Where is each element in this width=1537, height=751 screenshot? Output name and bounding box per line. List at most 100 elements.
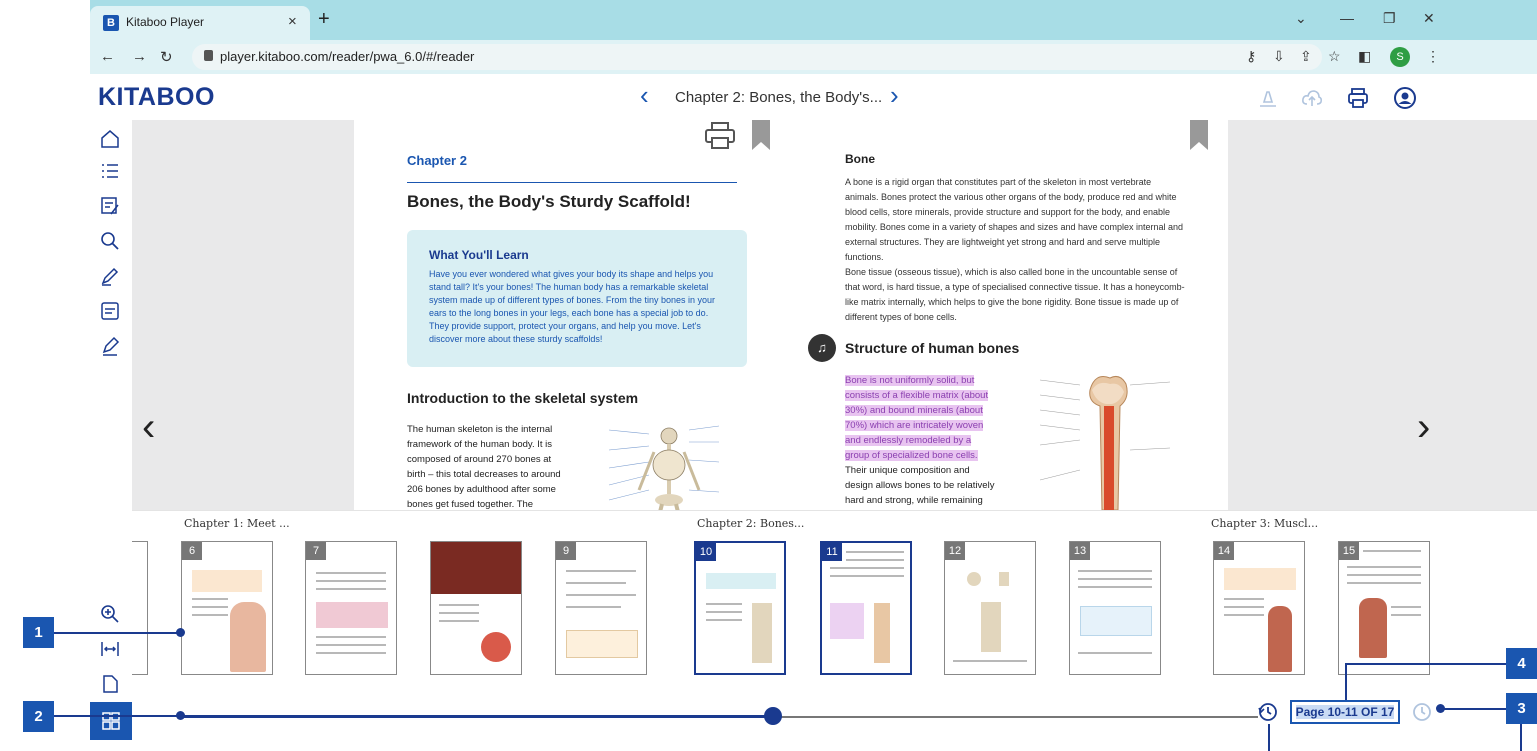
history-back-icon[interactable] bbox=[1256, 700, 1280, 724]
thumbnails-button[interactable] bbox=[90, 702, 132, 740]
thumbnail-number: 13 bbox=[1070, 542, 1090, 560]
page-thumbnail-current-left[interactable]: 10 bbox=[694, 541, 786, 675]
browser-tab[interactable]: B Kitaboo Player × bbox=[90, 6, 310, 40]
bone-structure-figure bbox=[1039, 376, 1171, 510]
page-thumbnail[interactable] bbox=[132, 541, 148, 675]
page-indicator-text: Page 10-11 OF 17 bbox=[1295, 705, 1395, 719]
chapter-heading: Bones, the Body's Sturdy Scaffold! bbox=[407, 192, 691, 211]
notes-icon[interactable] bbox=[99, 195, 121, 217]
address-bar[interactable]: player.kitaboo.com/reader/pwa_6.0/#/read… bbox=[192, 44, 1322, 70]
pen-icon[interactable] bbox=[99, 265, 121, 287]
chapter-title[interactable]: Chapter 2: Bones, the Body's... bbox=[675, 89, 882, 106]
page-thumbnail[interactable]: 15 bbox=[1338, 541, 1430, 675]
tab-search-icon[interactable]: ⌄ bbox=[1295, 10, 1307, 27]
learn-title: What You'll Learn bbox=[429, 248, 529, 262]
reload-icon[interactable]: ↻ bbox=[160, 48, 173, 66]
intro-heading: Introduction to the skeletal system bbox=[407, 390, 639, 406]
app-header: KITABOO ‹ Chapter 2: Bones, the Body's..… bbox=[90, 74, 1537, 120]
table-of-contents-icon[interactable] bbox=[99, 160, 121, 182]
audio-icon[interactable]: ♫ bbox=[808, 334, 836, 362]
forward-icon[interactable]: → bbox=[132, 48, 147, 65]
bone-paragraph-2: Bone tissue (osseous tissue), which is a… bbox=[845, 267, 1185, 322]
previous-page-icon[interactable]: ‹ bbox=[142, 405, 155, 450]
page-slider-handle[interactable] bbox=[763, 707, 782, 725]
thumbnail-number: 6 bbox=[182, 542, 202, 560]
page-indicator[interactable]: Page 10-11 OF 17 bbox=[1290, 700, 1400, 724]
highlighter-icon[interactable] bbox=[99, 335, 121, 357]
thumbnail-number: 10 bbox=[696, 543, 716, 561]
page-print-icon[interactable] bbox=[704, 122, 736, 150]
bookmark-left-icon[interactable] bbox=[752, 120, 770, 150]
learn-text: Have you ever wondered what gives your b… bbox=[429, 269, 715, 344]
previous-chapter-icon[interactable]: ‹ bbox=[640, 80, 649, 111]
page-thumbnail[interactable]: 13 bbox=[1069, 541, 1161, 675]
page-thumbnail[interactable]: 7 bbox=[305, 541, 397, 675]
bone-paragraph-1: A bone is a rigid organ that constitutes… bbox=[845, 177, 1184, 262]
bookmark-right-icon[interactable] bbox=[1190, 120, 1208, 150]
bookmark-star-icon[interactable]: ☆ bbox=[1328, 48, 1341, 65]
bone-text: A bone is a rigid organ that constitutes… bbox=[845, 175, 1185, 325]
zoom-in-icon[interactable] bbox=[99, 603, 121, 625]
tab-close-icon[interactable]: × bbox=[288, 13, 297, 30]
structure-text-rest: Their unique composition and design allo… bbox=[845, 465, 995, 506]
callout-1-dot bbox=[176, 628, 185, 637]
left-toolbar bbox=[90, 120, 132, 740]
browser-toolbar: ← → ↻ player.kitaboo.com/reader/pwa_6.0/… bbox=[90, 40, 1537, 74]
callout-2-leader bbox=[54, 715, 180, 717]
side-panel-icon[interactable]: ◧ bbox=[1358, 48, 1371, 65]
next-chapter-icon[interactable]: › bbox=[890, 80, 899, 111]
restore-icon[interactable]: ❐ bbox=[1383, 10, 1396, 27]
page-thumbnail[interactable]: 12 bbox=[944, 541, 1036, 675]
page-thumbnail[interactable]: 8 bbox=[430, 541, 522, 675]
thumbnail-number: 14 bbox=[1214, 542, 1234, 560]
right-page: Bone A bone is a rigid organ that consti… bbox=[790, 120, 1228, 510]
strip-chapter-1: Chapter 1: Meet ... bbox=[184, 517, 290, 530]
window-close-icon[interactable]: ✕ bbox=[1423, 10, 1435, 27]
thumbnail-number: 11 bbox=[822, 543, 842, 561]
callout-3-leader bbox=[1440, 708, 1506, 710]
left-page: Chapter 2 Bones, the Body's Sturdy Scaff… bbox=[354, 120, 790, 510]
bookmarks-panel-icon[interactable] bbox=[99, 300, 121, 322]
new-tab-button[interactable]: + bbox=[318, 8, 330, 31]
profile-avatar[interactable]: S bbox=[1390, 47, 1410, 67]
reader-area: ‹ › Chapter 2 Bones, the Body's Sturdy S… bbox=[132, 120, 1537, 510]
minimize-icon[interactable]: — bbox=[1340, 10, 1354, 26]
home-icon[interactable] bbox=[99, 128, 121, 150]
page-thumbnail[interactable]: 14 bbox=[1213, 541, 1305, 675]
cloud-upload-icon[interactable] bbox=[1300, 86, 1324, 110]
page-thumbnail[interactable]: 6 bbox=[181, 541, 273, 675]
back-icon[interactable]: ← bbox=[100, 48, 115, 65]
thumbnail-number: 9 bbox=[556, 542, 576, 560]
intro-text: The human skeleton is the internal frame… bbox=[407, 424, 561, 510]
bone-heading: Bone bbox=[845, 152, 875, 166]
strip-chapter-3: Chapter 3: Muscl... bbox=[1211, 517, 1319, 530]
structure-text: Bone is not uniformly solid, but consist… bbox=[845, 373, 995, 510]
thumbnail-number: 7 bbox=[306, 542, 326, 560]
print-icon[interactable] bbox=[1346, 86, 1370, 110]
screen: B Kitaboo Player × + ⌄ — ❐ ✕ ← → ↻ playe… bbox=[0, 0, 1537, 751]
page-thumbnail[interactable]: 9 bbox=[555, 541, 647, 675]
callout-4: 4 bbox=[1506, 648, 1537, 679]
highlighted-text[interactable]: Bone is not uniformly solid, but consist… bbox=[845, 375, 989, 461]
lock-icon bbox=[204, 50, 213, 61]
single-page-icon[interactable] bbox=[99, 673, 121, 695]
key-icon[interactable]: ⚷ bbox=[1246, 48, 1256, 65]
callout-1-leader bbox=[54, 632, 180, 634]
callout-3: 3 bbox=[1506, 693, 1537, 724]
callout-4-drop bbox=[1345, 663, 1347, 700]
page-thumbnail-current-right[interactable]: 11 bbox=[820, 541, 912, 675]
strip-chapter-2: Chapter 2: Bones... bbox=[697, 517, 805, 530]
callout-4-leader bbox=[1346, 663, 1506, 665]
search-icon[interactable] bbox=[99, 230, 121, 252]
clear-highlights-icon[interactable] bbox=[1256, 86, 1280, 110]
share-icon[interactable]: ⇪ bbox=[1300, 48, 1312, 65]
next-page-icon[interactable]: › bbox=[1417, 405, 1430, 450]
install-icon[interactable]: ⇩ bbox=[1273, 48, 1285, 65]
menu-icon[interactable]: ⋮ bbox=[1426, 48, 1440, 65]
fit-width-icon[interactable] bbox=[99, 638, 121, 660]
chapter-label: Chapter 2 bbox=[407, 153, 467, 168]
history-forward-icon[interactable] bbox=[1410, 700, 1434, 724]
url-text: player.kitaboo.com/reader/pwa_6.0/#/read… bbox=[220, 49, 475, 64]
user-profile-icon[interactable] bbox=[1393, 86, 1417, 110]
callout-2-dot bbox=[176, 711, 185, 720]
